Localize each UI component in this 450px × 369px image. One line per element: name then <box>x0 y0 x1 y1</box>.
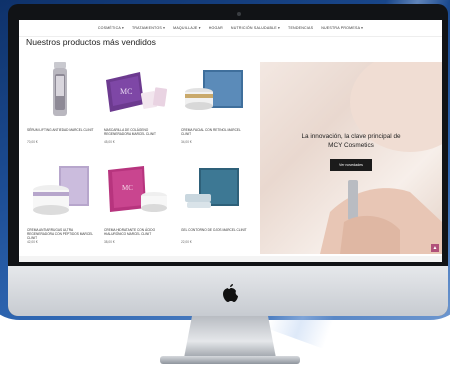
product-price: 45,00 € <box>104 140 115 144</box>
hero-line-2: MCY Cosmetics <box>328 142 374 149</box>
section-title: Nuestros productos más vendidos <box>26 37 156 47</box>
product-price: 34,00 € <box>181 140 192 144</box>
product-card[interactable]: Gel Contorno de Ojos Marcel Clinit 22,00… <box>177 158 251 256</box>
product-image-hyaluronic-cream[interactable]: MC <box>100 158 174 224</box>
nav-item-cosmetica[interactable]: Cosmética ▾ <box>98 26 124 30</box>
product-price: 22,00 € <box>181 240 192 244</box>
footer-strip <box>19 256 442 262</box>
svg-text:MC: MC <box>120 87 132 96</box>
nav-item-tendencias[interactable]: Tendencias <box>288 26 313 30</box>
nav-item-hogar[interactable]: Hogar <box>209 26 223 30</box>
product-name[interactable]: Crema Facial con Retinol Marcel Clinit <box>181 128 251 136</box>
product-price: 38,00 € <box>104 240 115 244</box>
nav-item-maquillaje[interactable]: Maquillaje ▾ <box>173 26 201 30</box>
product-card[interactable]: MC Crema Hidratante con Ácido Hialurónic… <box>100 158 174 256</box>
product-name[interactable]: Sérum Lifting Antiedad Marcel Clinit <box>27 128 97 132</box>
top-navigation: Cosmética ▾ Tratamientos ▾ Maquillaje ▾ … <box>19 20 442 37</box>
product-price: 70,00 € <box>27 140 38 144</box>
nav-item-tratamientos[interactable]: Tratamientos ▾ <box>132 26 165 30</box>
svg-text:MC: MC <box>122 184 133 192</box>
product-card[interactable]: Sérum Lifting Antiedad Marcel Clinit 70,… <box>23 58 97 156</box>
product-card[interactable]: MC Mascarilla de Colágeno Regeneradora M… <box>100 58 174 156</box>
product-card[interactable]: Crema Antiarrugas Ultra Regeneradora con… <box>23 158 97 256</box>
product-image-peptide-cream[interactable] <box>23 158 97 224</box>
apple-icon <box>223 284 238 302</box>
product-name[interactable]: Mascarilla de Colágeno Regeneradora Marc… <box>104 128 174 136</box>
monitor-stand <box>184 316 276 358</box>
hero-photo <box>320 62 442 254</box>
product-name[interactable]: Crema Hidratante con Ácido Hialurónico M… <box>104 228 174 236</box>
product-image-retinol-cream[interactable] <box>177 58 251 124</box>
nav-item-nutricion[interactable]: Nutrición saludable ▾ <box>231 26 280 30</box>
product-image-eye-gel[interactable] <box>177 158 251 224</box>
hero-text: La innovación, la clave principal de MCY… <box>260 132 442 150</box>
camera-dot <box>237 12 241 16</box>
product-name[interactable]: Gel Contorno de Ojos Marcel Clinit <box>181 228 251 232</box>
hero-line-1: La innovación, la clave principal de <box>301 133 401 140</box>
product-image-serum[interactable] <box>23 58 97 124</box>
scroll-top-button[interactable]: ▲ <box>431 244 439 252</box>
product-price: 42,00 € <box>27 240 38 244</box>
monitor-base <box>160 356 300 364</box>
hero-button[interactable]: Ver novedades <box>330 159 372 171</box>
product-grid: Sérum Lifting Antiedad Marcel Clinit 70,… <box>19 58 254 258</box>
website-screen: Cosmética ▾ Tratamientos ▾ Maquillaje ▾ … <box>19 20 442 262</box>
hero-banner: La innovación, la clave principal de MCY… <box>260 62 442 254</box>
nav-item-promesa[interactable]: Nuestra promesa ▾ <box>321 26 363 30</box>
product-image-mask-box[interactable]: MC <box>100 58 174 124</box>
product-card[interactable]: Crema Facial con Retinol Marcel Clinit 3… <box>177 58 251 156</box>
product-name[interactable]: Crema Antiarrugas Ultra Regeneradora con… <box>27 228 97 240</box>
